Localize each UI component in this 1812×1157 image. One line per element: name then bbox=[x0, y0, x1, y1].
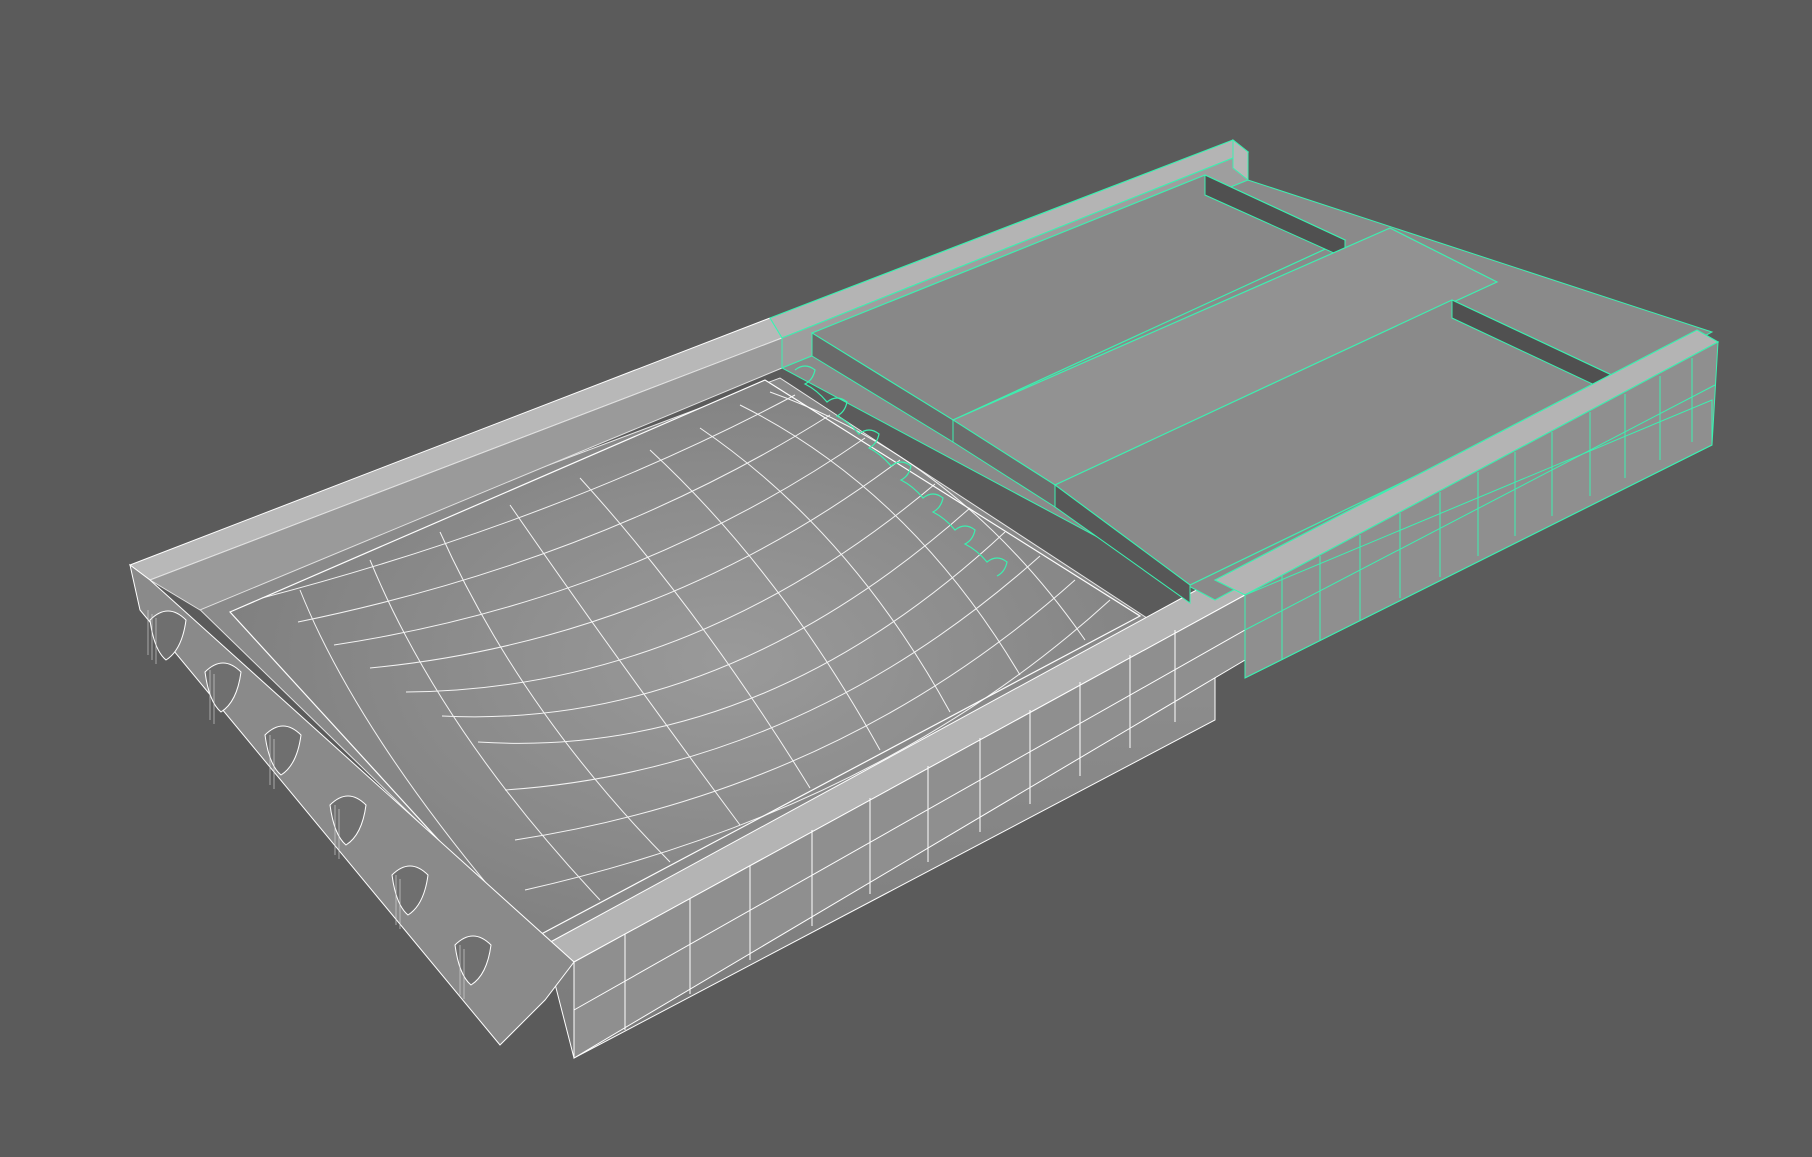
viewport-canvas[interactable] bbox=[0, 0, 1812, 1157]
3d-viewport[interactable] bbox=[0, 0, 1812, 1157]
